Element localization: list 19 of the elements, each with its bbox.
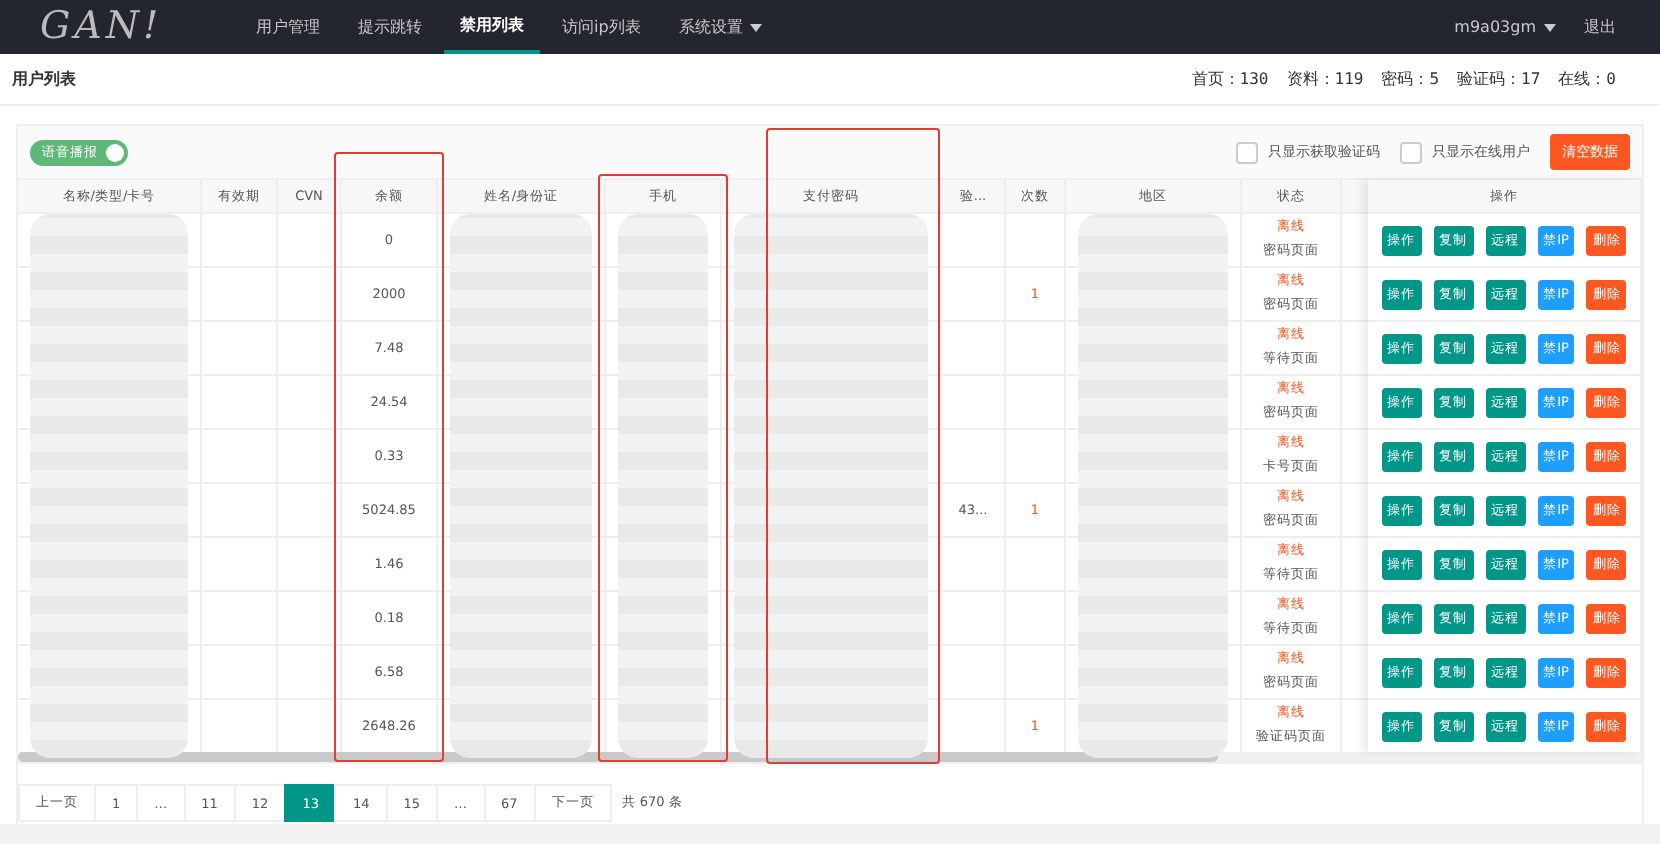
stat-count: 资料：119 <box>1286 68 1364 90</box>
user-menu[interactable]: m9a03gm <box>1454 18 1556 36</box>
nav-tab[interactable]: 系统设置 <box>662 0 779 54</box>
page-title: 用户列表 <box>12 68 76 90</box>
logo: GAN! <box>40 2 165 52</box>
checkbox[interactable] <box>1236 141 1258 163</box>
caret-icon <box>1544 23 1556 31</box>
nav-tab[interactable]: 禁用列表 <box>444 0 540 54</box>
logout-link[interactable]: 退出 <box>1584 16 1616 38</box>
stat-count: 验证码：17 <box>1457 68 1541 90</box>
nav-tab[interactable]: 访问ip列表 <box>546 0 657 54</box>
checkbox[interactable] <box>1400 141 1422 163</box>
stat-count: 密码：5 <box>1381 68 1440 90</box>
nav-tab[interactable]: 用户管理 <box>240 0 336 54</box>
caret-icon <box>750 23 763 31</box>
stat-count: 首页：130 <box>1191 68 1269 90</box>
stat-count: 在线：0 <box>1558 68 1616 90</box>
scrollbar-thumb[interactable] <box>18 752 1218 762</box>
nav-tab[interactable]: 提示跳转 <box>342 0 438 54</box>
